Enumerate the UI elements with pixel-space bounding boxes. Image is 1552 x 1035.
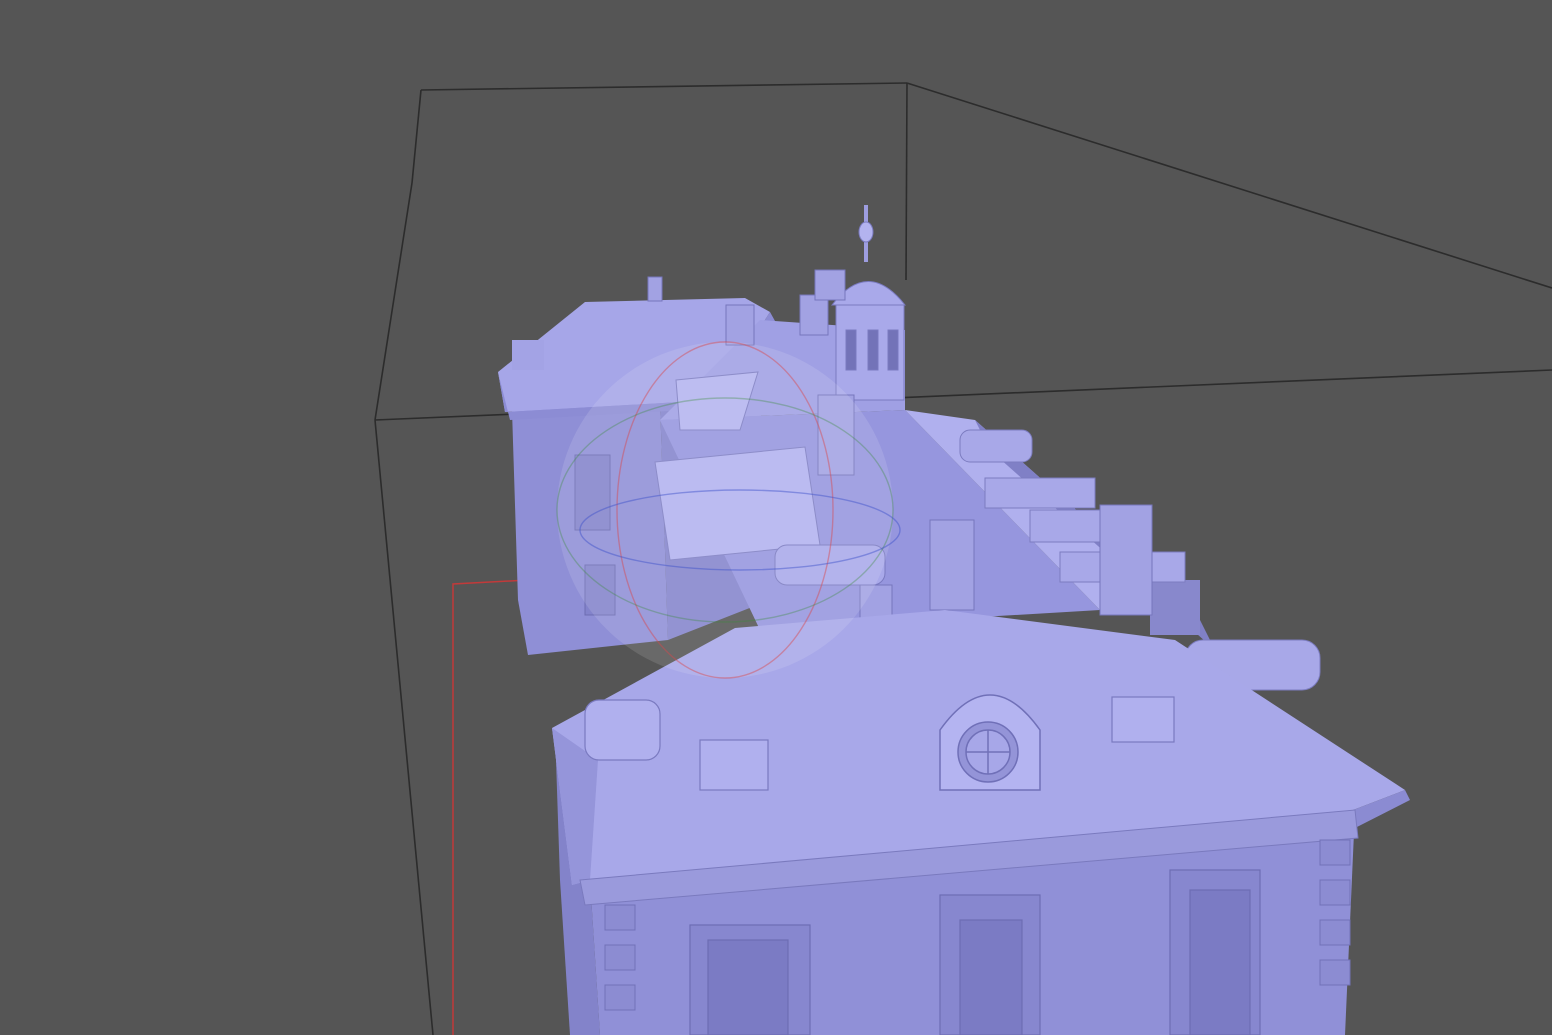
3d-viewport[interactable] xyxy=(0,0,1552,1035)
viewport-canvas[interactable] xyxy=(0,0,1552,1035)
